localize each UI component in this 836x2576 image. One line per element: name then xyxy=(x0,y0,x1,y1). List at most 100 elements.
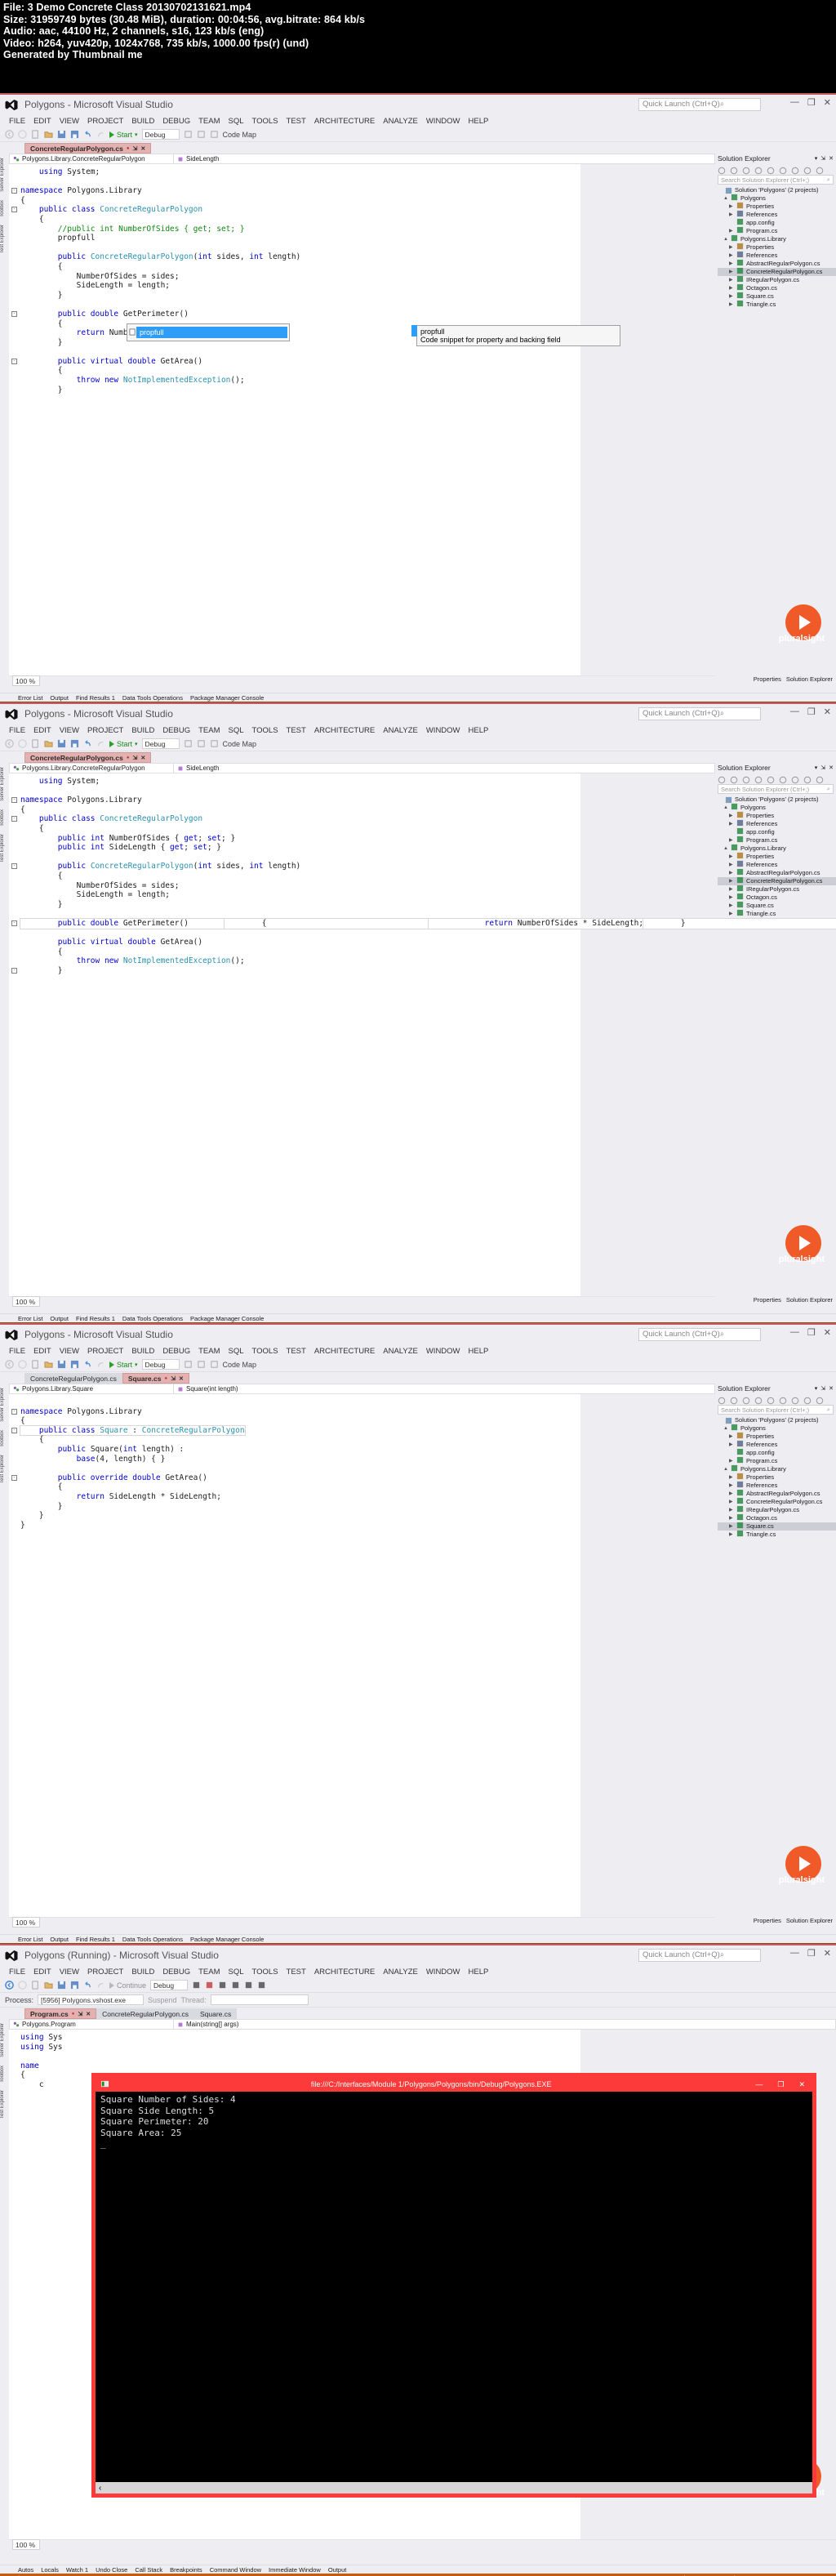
maximize-button[interactable]: ❐ xyxy=(807,706,816,717)
menu-item-analyze[interactable]: ANALYZE xyxy=(379,1347,422,1356)
refresh-icon[interactable] xyxy=(779,164,788,175)
solution-tree-node[interactable]: ▶ References xyxy=(718,251,836,260)
solution-tree-node[interactable]: ▶ Properties xyxy=(718,1432,836,1441)
restart-icon[interactable] xyxy=(218,1981,227,1990)
bottom-tool-packagemanagerconsole[interactable]: Package Manager Console xyxy=(190,694,264,702)
expander-icon[interactable]: ▲ xyxy=(723,804,728,812)
collapse-all-icon[interactable] xyxy=(791,164,800,175)
continue-button[interactable]: Continue xyxy=(109,1981,146,1990)
solution-tree-node[interactable]: app.config xyxy=(718,1448,836,1457)
solution-tree-node[interactable]: ▲ Polygons.Library xyxy=(718,234,836,243)
collapse-all-icon[interactable] xyxy=(791,773,800,784)
menu-item-test[interactable]: TEST xyxy=(282,1968,310,1977)
pin-icon[interactable]: ⇲ xyxy=(171,1375,176,1382)
save-icon[interactable] xyxy=(57,130,66,139)
back-nav-icon[interactable] xyxy=(5,130,14,139)
expander-icon[interactable]: ▶ xyxy=(729,1490,734,1498)
menu-item-architecture[interactable]: ARCHITECTURE xyxy=(310,726,379,735)
expander-icon[interactable]: ▶ xyxy=(729,203,734,211)
solution-tree-node[interactable]: app.config xyxy=(718,218,836,227)
step-into-icon[interactable] xyxy=(244,1981,253,1990)
undo-icon[interactable] xyxy=(83,1981,92,1990)
refresh-icon[interactable] xyxy=(779,1394,788,1405)
solution-tree-node[interactable]: ▶ IRegularPolygon.cs xyxy=(718,275,836,284)
zoom-combo[interactable]: 100 % xyxy=(12,1917,40,1928)
menu-item-test[interactable]: TEST xyxy=(282,117,310,126)
menu-item-build[interactable]: BUILD xyxy=(127,1347,158,1356)
save-all-icon[interactable] xyxy=(70,739,79,748)
step-out-icon[interactable] xyxy=(257,1981,266,1990)
expander-icon[interactable]: ▲ xyxy=(723,194,728,203)
menu-item-test[interactable]: TEST xyxy=(282,1347,310,1356)
solution-tree-node[interactable]: ▶ IRegularPolygon.cs xyxy=(718,1505,836,1514)
solution-tree-node[interactable]: ▶ Octagon.cs xyxy=(718,283,836,292)
expander-icon[interactable]: ▶ xyxy=(729,292,734,301)
home-icon[interactable] xyxy=(742,1394,751,1405)
menu-item-debug[interactable]: DEBUG xyxy=(158,117,194,126)
menu-item-tools[interactable]: TOOLS xyxy=(248,726,282,735)
fold-toggle-icon[interactable]: - xyxy=(11,1408,17,1415)
solution-tree-node[interactable]: ▶ References xyxy=(718,210,836,219)
properties-tab[interactable]: Properties xyxy=(754,1917,781,1924)
menu-item-team[interactable]: TEAM xyxy=(194,117,224,126)
document-tab[interactable]: ConcreteRegularPolygon.cs ● ⇲ ✕ xyxy=(24,752,152,763)
configuration-combo[interactable]: Debug xyxy=(141,1359,180,1370)
menu-item-analyze[interactable]: ANALYZE xyxy=(379,726,422,735)
properties-tab[interactable]: Solution Explorer xyxy=(786,675,833,683)
maximize-button[interactable]: ❐ xyxy=(807,97,816,108)
menu-item-sql[interactable]: SQL xyxy=(225,117,248,126)
menu-item-analyze[interactable]: ANALYZE xyxy=(379,1968,422,1977)
minimize-button[interactable]: — xyxy=(790,1327,799,1338)
home-icon[interactable] xyxy=(742,164,751,175)
document-tab[interactable]: ConcreteRegularPolygon.cs xyxy=(96,2008,194,2019)
expander-icon[interactable]: ▲ xyxy=(723,1465,728,1473)
side-tab[interactable]: Toolbox xyxy=(0,196,5,221)
solution-tree-node[interactable]: ▶ Properties xyxy=(718,243,836,252)
bottom-tool-findresults1[interactable]: Find Results 1 xyxy=(76,1936,115,1943)
solution-tree-node[interactable]: ▶ Square.cs xyxy=(718,1522,836,1531)
start-debug-button[interactable]: Start ▾ xyxy=(109,740,138,748)
undo-icon[interactable] xyxy=(83,1360,92,1369)
pin-icon[interactable]: ⇲ xyxy=(820,1385,825,1392)
code-map-label[interactable]: Code Map xyxy=(223,1361,257,1369)
bottom-tool-output[interactable]: Output xyxy=(50,1315,69,1322)
expander-icon[interactable]: ▶ xyxy=(729,211,734,219)
new-item-icon[interactable] xyxy=(31,1981,40,1990)
menu-item-team[interactable]: TEAM xyxy=(194,1347,224,1356)
bottom-tool-output[interactable]: Output xyxy=(50,1936,69,1943)
new-item-icon[interactable] xyxy=(31,130,40,139)
stop-icon[interactable] xyxy=(205,1981,214,1990)
navbar-type-dropdown[interactable]: Polygons.Library.ConcreteRegularPolygon xyxy=(10,155,173,163)
solution-tree-node[interactable]: ▶ References xyxy=(718,819,836,828)
solution-tree-node[interactable]: ▶ References xyxy=(718,1440,836,1449)
solution-tree-node[interactable]: ▶ References xyxy=(718,860,836,869)
close-icon[interactable]: ✕ xyxy=(179,1375,184,1382)
pin-icon[interactable]: ⇲ xyxy=(820,764,825,771)
back-nav-icon[interactable] xyxy=(5,1981,14,1990)
navbar-member-dropdown[interactable]: Main(string[] args) xyxy=(174,2021,242,2028)
open-file-icon[interactable] xyxy=(44,739,53,748)
navbar-type-dropdown[interactable]: Polygons.Program xyxy=(10,2021,173,2028)
bottom-tool-datatoolsoperations[interactable]: Data Tools Operations xyxy=(122,1315,183,1322)
properties-tab[interactable]: Solution Explorer xyxy=(786,1296,833,1304)
solution-tree-node[interactable]: ▶ Triangle.cs xyxy=(718,1530,836,1539)
navbar-member-dropdown[interactable]: SideLength xyxy=(174,764,222,772)
expander-icon[interactable]: ▶ xyxy=(729,1498,734,1506)
save-all-icon[interactable] xyxy=(70,1360,79,1369)
pause-icon[interactable] xyxy=(192,1981,201,1990)
thread-combo[interactable] xyxy=(210,1994,309,2005)
properties-tab[interactable]: Solution Explorer xyxy=(786,1917,833,1924)
expander-icon[interactable]: ▶ xyxy=(729,268,734,276)
pin-icon[interactable]: ⇲ xyxy=(78,2011,82,2017)
fold-toggle-icon[interactable]: - xyxy=(11,1427,17,1433)
redo-icon[interactable] xyxy=(96,1360,105,1369)
solution-tree-node[interactable]: ▶ AbstractRegularPolygon.cs xyxy=(718,868,836,877)
expander-icon[interactable]: ▶ xyxy=(729,276,734,284)
bottom-tool-datatoolsoperations[interactable]: Data Tools Operations xyxy=(122,694,183,702)
configuration-combo[interactable]: Debug xyxy=(150,1980,189,1990)
zoom-combo[interactable]: 100 % xyxy=(12,1296,40,1307)
menu-item-help[interactable]: HELP xyxy=(465,1347,493,1356)
start-dropdown-icon[interactable]: ▾ xyxy=(135,131,138,138)
menu-item-view[interactable]: VIEW xyxy=(56,1347,83,1356)
search-icon[interactable]: ⌕ xyxy=(827,176,830,184)
